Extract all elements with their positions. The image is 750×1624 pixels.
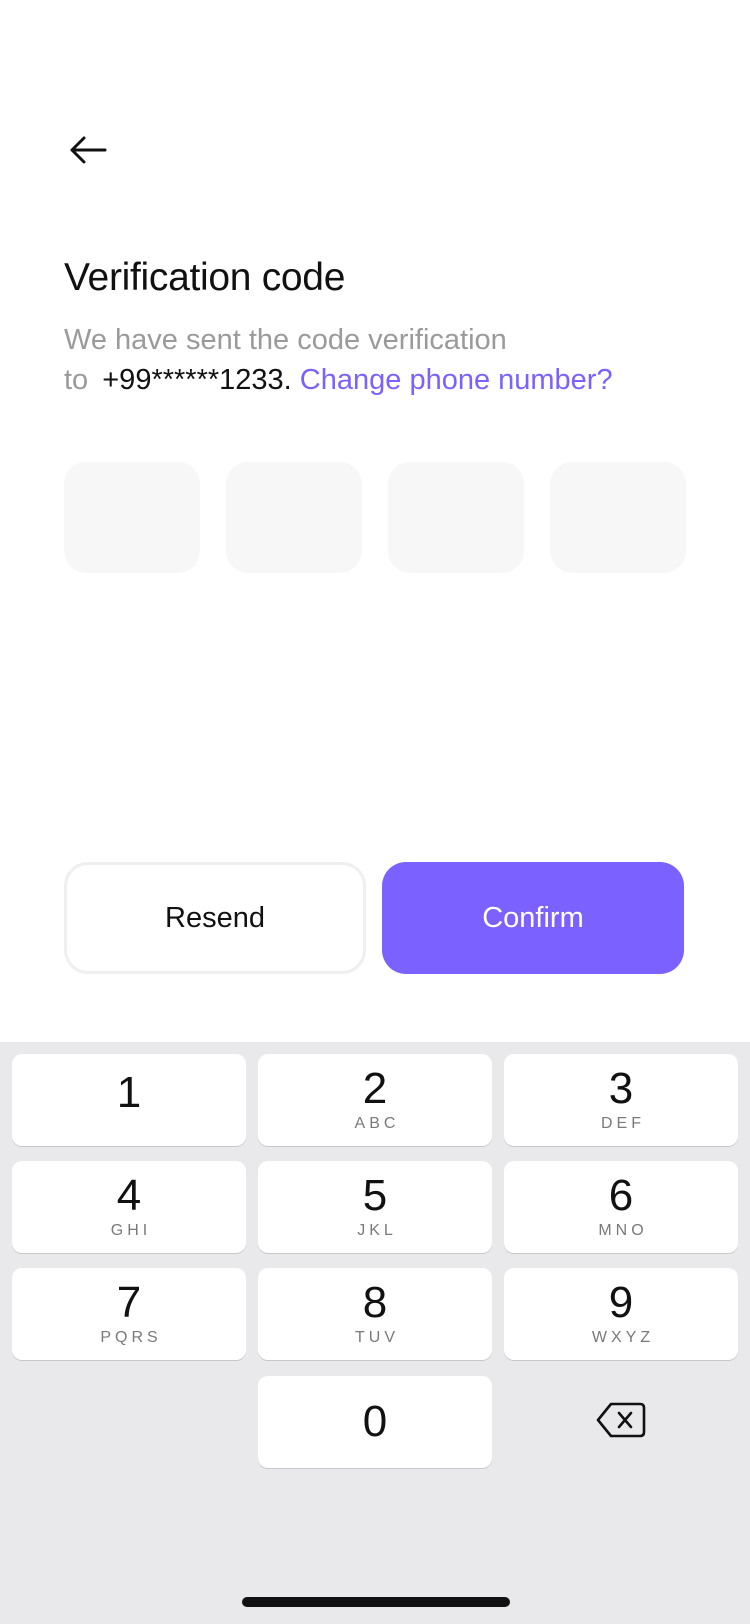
key-digit: 9 xyxy=(608,1278,634,1327)
key-9[interactable]: 9 WXYZ xyxy=(504,1268,738,1360)
key-3[interactable]: 3 DEF xyxy=(504,1054,738,1146)
subtitle-line-1: We have sent the code verification xyxy=(64,324,507,356)
key-letters: WXYZ xyxy=(591,1329,655,1346)
key-digit: 4 xyxy=(116,1171,142,1220)
key-2[interactable]: 2 ABC xyxy=(258,1054,492,1146)
key-letters: ABC xyxy=(354,1115,400,1132)
arrow-left-icon xyxy=(69,135,107,170)
home-indicator xyxy=(242,1597,510,1607)
change-phone-link[interactable]: Change phone number? xyxy=(300,364,613,396)
key-letters: DEF xyxy=(601,1115,645,1132)
key-digit: 0 xyxy=(362,1397,388,1446)
verification-screen: Verification code We have sent the code … xyxy=(0,0,750,1624)
key-digit: 3 xyxy=(608,1064,634,1113)
action-buttons: Resend Confirm xyxy=(64,862,684,974)
code-digit-4[interactable] xyxy=(550,462,686,573)
key-letters: JKL xyxy=(357,1222,397,1239)
key-7[interactable]: 7 PQRS xyxy=(12,1268,246,1360)
confirm-button[interactable]: Confirm xyxy=(382,862,684,974)
code-digit-3[interactable] xyxy=(388,462,524,573)
back-button[interactable] xyxy=(64,128,112,176)
subtitle-to: to xyxy=(64,364,89,396)
key-8[interactable]: 8 TUV xyxy=(258,1268,492,1360)
delete-key[interactable] xyxy=(504,1376,738,1468)
key-digit: 7 xyxy=(116,1278,142,1327)
key-6[interactable]: 6 MNO xyxy=(504,1161,738,1253)
key-4[interactable]: 4 GHI xyxy=(12,1161,246,1253)
key-letters: TUV xyxy=(355,1329,399,1346)
subtitle-line-2: to +99******1233. Change phone number? xyxy=(64,360,704,400)
key-letters: GHI xyxy=(110,1222,152,1239)
backspace-icon xyxy=(596,1402,646,1443)
page-title: Verification code xyxy=(64,256,346,299)
key-digit: 8 xyxy=(362,1278,388,1327)
numeric-keypad: 1 2 ABC 3 DEF 4 GHI 5 JKL 6 MNO 7 PQRS 8… xyxy=(0,1042,750,1624)
key-letters: MNO xyxy=(598,1222,648,1239)
masked-phone-number: +99******1233. xyxy=(102,364,292,396)
code-digit-1[interactable] xyxy=(64,462,200,573)
key-digit: 6 xyxy=(608,1171,634,1220)
verification-subtitle: We have sent the code verification to +9… xyxy=(64,320,704,400)
key-digit: 1 xyxy=(116,1068,142,1117)
key-0[interactable]: 0 xyxy=(258,1376,492,1468)
key-1[interactable]: 1 xyxy=(12,1054,246,1146)
code-input-row xyxy=(64,462,686,573)
key-digit: 5 xyxy=(362,1171,388,1220)
key-letters: PQRS xyxy=(100,1329,162,1346)
code-digit-2[interactable] xyxy=(226,462,362,573)
key-5[interactable]: 5 JKL xyxy=(258,1161,492,1253)
resend-button[interactable]: Resend xyxy=(64,862,366,974)
key-digit: 2 xyxy=(362,1064,388,1113)
